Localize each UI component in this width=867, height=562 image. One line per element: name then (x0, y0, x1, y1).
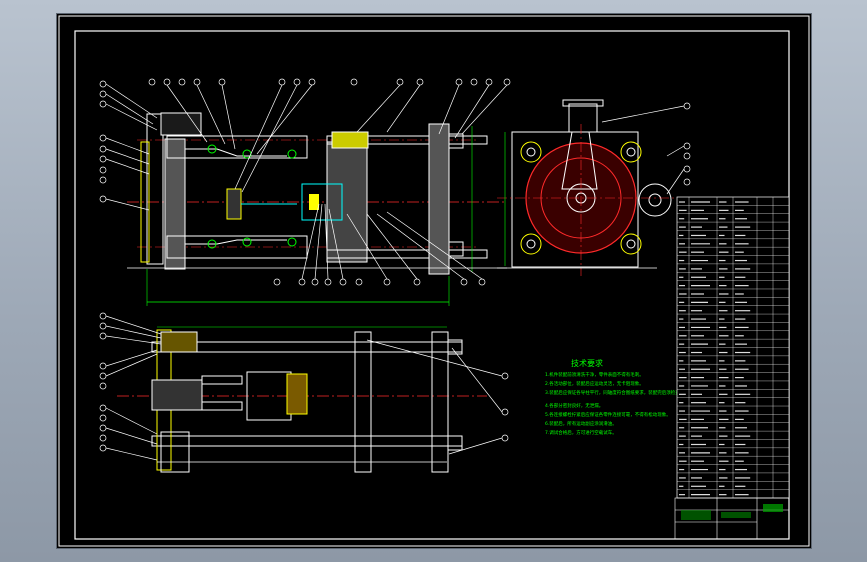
tech-req-line-1: 1.机件装配前须清洗干净，零件表面不得有毛刺。 (545, 371, 644, 378)
side-top-cylinder (568, 103, 598, 133)
side-bolt-tl (520, 141, 542, 163)
side-bolt-tl-in (526, 147, 536, 157)
cad-drawing: 技术要求 1.机件装配前须清洗干净，零件表面不得有毛刺。 2.各活动部位，装配后… (58, 15, 810, 547)
pin-3 (287, 149, 297, 159)
top-fixed-nut-bottom (447, 435, 463, 451)
top-tie-rod-lower (151, 435, 463, 447)
toggle-link-top (185, 148, 287, 157)
parts-list (676, 196, 790, 499)
side-aux-gear (638, 183, 672, 217)
tech-req-line-5: 5.各连接螺栓拧紧后应保证各零件连接可靠，不得有松动现象。 (545, 411, 671, 418)
side-view (497, 99, 682, 276)
tech-req-line-7: 7.调试合格后，方可进行空载试车。 (545, 429, 617, 436)
top-crosshead (286, 373, 308, 415)
moving-platen (326, 141, 368, 263)
crosshead (226, 188, 242, 220)
top-toggle-1 (201, 375, 243, 385)
title-block-cell-green-1 (681, 510, 711, 520)
tech-req-line-4: 4.各部分密封良好，无泄漏。 (545, 402, 603, 409)
drawing-viewport[interactable]: 技术要求 1.机件装配前须清洗干净，零件表面不得有毛刺。 2.各活动部位，装配后… (57, 14, 811, 548)
side-bolt-tr-in (626, 147, 636, 157)
tech-req-line-6: 6.装配后，所有运动副应涂润滑油。 (545, 420, 617, 427)
fixed-platen (428, 123, 450, 275)
top-hub-lower (160, 431, 190, 473)
tech-req-line-2: 2.各活动部位，装配后应运动灵活，无卡阻现象。 (545, 380, 644, 387)
ejector-pin (309, 194, 319, 210)
title-block (674, 497, 790, 540)
top-moving-platen (354, 331, 372, 473)
pin-5 (242, 237, 252, 247)
fixed-platen-nut-bottom (448, 241, 464, 257)
top-rear-hub (160, 331, 198, 353)
tech-requirements-title: 技术要求 (571, 358, 603, 368)
side-bolt-bl (520, 233, 542, 255)
side-bolt-bl-in (526, 239, 536, 249)
title-block-cell-green-2 (721, 512, 751, 518)
top-view (117, 326, 487, 473)
top-toggle-2 (201, 401, 243, 411)
side-aux-gear-in (648, 193, 662, 207)
toggle-link-bottom (185, 239, 287, 245)
cylinder-block (160, 112, 202, 136)
tie-rod-nut-top (331, 131, 369, 149)
top-fixed-platen (431, 331, 449, 473)
side-bolt-br-in (626, 239, 636, 249)
top-tie-rod-upper (151, 341, 463, 353)
title-block-name-cell (763, 504, 783, 512)
toggle-frame-top (166, 135, 308, 159)
front-view (127, 112, 507, 306)
top-cylinder (151, 379, 203, 411)
pin-6 (287, 237, 297, 247)
